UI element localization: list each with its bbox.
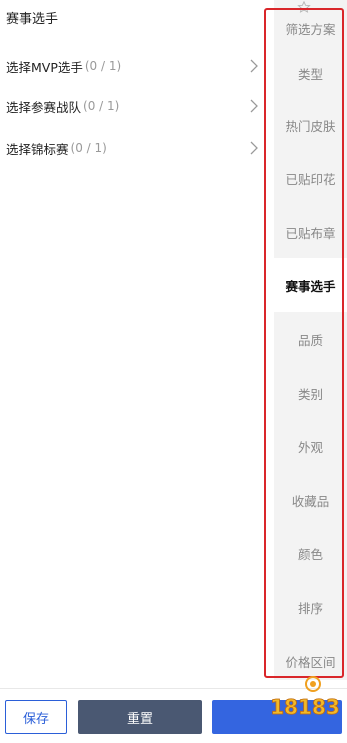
sidebar-item-exterior[interactable]: 外观 bbox=[274, 419, 347, 473]
reset-button[interactable]: 重置 bbox=[78, 700, 202, 734]
sidebar-item-category[interactable]: 类别 bbox=[274, 366, 347, 420]
sidebar-item-sort[interactable]: 排序 bbox=[274, 580, 347, 634]
sidebar-item-applied-stickers[interactable]: 已贴印花 bbox=[274, 151, 347, 205]
option-row-mvp-player[interactable]: 选择MVP选手 (0 / 1) bbox=[0, 46, 262, 86]
sidebar-item-label: 已贴印花 bbox=[285, 171, 336, 187]
sidebar-item-quality[interactable]: 品质 bbox=[274, 312, 347, 366]
sidebar-item-label: 类型 bbox=[297, 66, 323, 82]
sidebar-item-applied-patches[interactable]: 已贴布章 bbox=[274, 205, 347, 259]
sidebar-item-type[interactable]: 类型 bbox=[274, 46, 347, 100]
option-label: 选择参赛战队 bbox=[6, 99, 82, 115]
sidebar-item-popular-skins[interactable]: 热门皮肤 bbox=[274, 98, 347, 152]
option-count: (0 / 1) bbox=[83, 99, 120, 113]
sidebar-item-label: 颜色 bbox=[297, 546, 323, 562]
sidebar-item-collectibles[interactable]: 收藏品 bbox=[274, 473, 347, 527]
sidebar-item-price-range[interactable]: 价格区间 bbox=[274, 634, 347, 688]
sidebar-item-label: 筛选方案 bbox=[285, 21, 336, 37]
sidebar-item-label: 收藏品 bbox=[291, 493, 330, 509]
sidebar-item-label: 排序 bbox=[297, 600, 323, 616]
star-outline-icon bbox=[297, 1, 311, 13]
option-row-team[interactable]: 选择参赛战队 (0 / 1) bbox=[0, 86, 262, 126]
filter-category-sidebar: 筛选方案 类型 热门皮肤 已贴印花 已贴布章 赛事选手 品质 类别 外观 收藏品… bbox=[274, 0, 347, 680]
chevron-right-icon bbox=[248, 99, 260, 113]
option-count: (0 / 1) bbox=[70, 141, 107, 155]
page-title: 赛事选手 bbox=[6, 12, 59, 27]
chevron-right-icon bbox=[248, 59, 260, 73]
sidebar-item-label: 赛事选手 bbox=[285, 278, 336, 294]
chevron-right-icon bbox=[248, 141, 260, 155]
sidebar-item-label: 已贴布章 bbox=[285, 225, 336, 241]
sidebar-item-label: 价格区间 bbox=[285, 654, 336, 670]
sidebar-item-label: 热门皮肤 bbox=[285, 118, 336, 134]
sidebar-item-color[interactable]: 颜色 bbox=[274, 526, 347, 580]
option-row-tournament[interactable]: 选择锦标赛 (0 / 1) bbox=[0, 128, 262, 168]
sidebar-item-label: 外观 bbox=[297, 439, 323, 455]
bottom-action-bar: 保存 重置 bbox=[0, 688, 347, 743]
option-count: (0 / 1) bbox=[84, 59, 122, 73]
sidebar-item-label: 品质 bbox=[297, 332, 323, 348]
confirm-button[interactable] bbox=[212, 700, 342, 734]
save-button[interactable]: 保存 bbox=[5, 700, 67, 734]
option-label: 选择MVP选手 bbox=[6, 59, 83, 75]
option-label: 选择锦标赛 bbox=[6, 141, 69, 157]
sidebar-item-label: 类别 bbox=[297, 386, 323, 402]
sidebar-item-tournament-players[interactable]: 赛事选手 bbox=[274, 258, 347, 312]
